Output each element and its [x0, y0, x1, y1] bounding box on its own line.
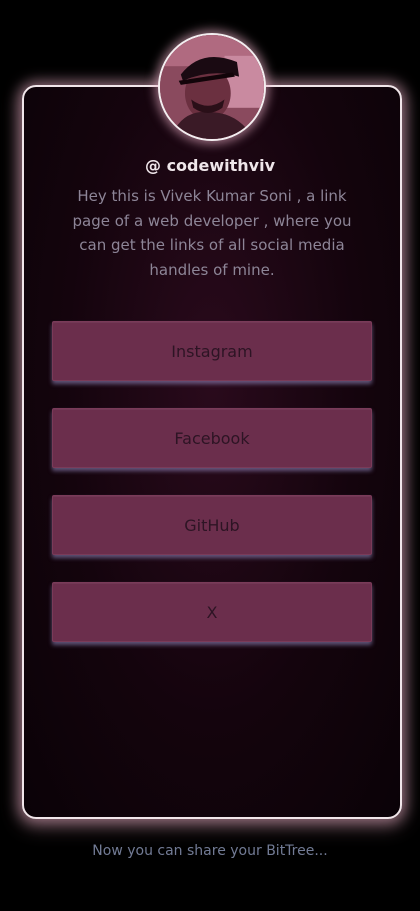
profile-bio: Hey this is Vivek Kumar Soni , a link pa… [72, 187, 352, 279]
profile-avatar [158, 33, 266, 141]
instagram-link-button[interactable]: Instagram [52, 321, 372, 381]
x-link-button[interactable]: X [52, 582, 372, 642]
facebook-link-button[interactable]: Facebook [52, 408, 372, 468]
github-link-button[interactable]: GitHub [52, 495, 372, 555]
footer-text: Now you can share your BitTree... [92, 843, 328, 859]
profile-username: @ codewithviv [145, 156, 275, 175]
avatar-photo [160, 35, 264, 139]
